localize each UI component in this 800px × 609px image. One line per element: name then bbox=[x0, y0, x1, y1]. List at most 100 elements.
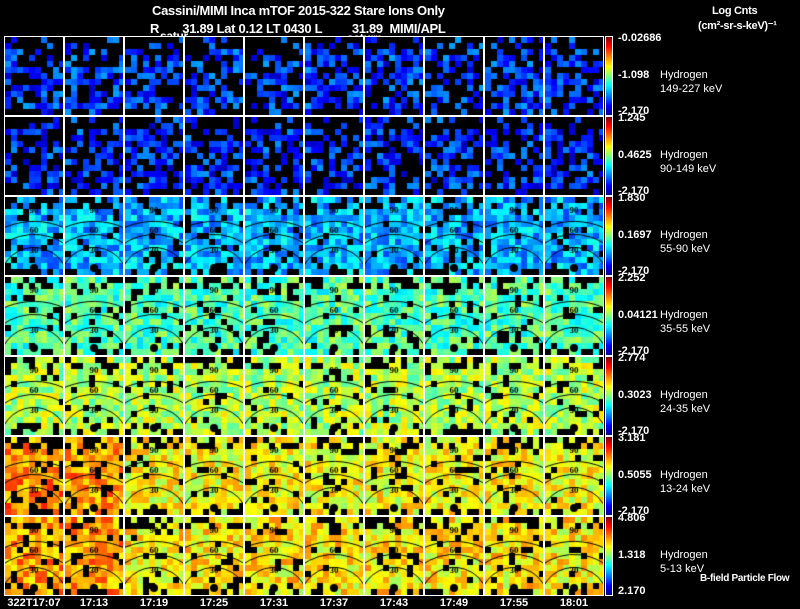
heatmap-panel bbox=[245, 437, 303, 515]
heatmap-panel bbox=[545, 517, 603, 595]
heatmap-panel bbox=[305, 357, 363, 435]
heatmap-panel bbox=[5, 37, 63, 115]
heatmap-panel bbox=[65, 357, 123, 435]
species-label: Hydrogen bbox=[660, 229, 708, 241]
row-label: Hydrogen 35-55 keV bbox=[660, 308, 710, 336]
heatmap-panel bbox=[425, 277, 483, 355]
species-label: Hydrogen bbox=[660, 549, 708, 561]
units-label: Log Cnts bbox=[712, 5, 758, 17]
heatmap-panel bbox=[125, 437, 183, 515]
colorbar bbox=[605, 276, 613, 356]
row-label: Hydrogen 13-24 keV bbox=[660, 468, 710, 496]
units-label: (cm²-sr-s-keV)⁻¹ bbox=[698, 20, 777, 32]
heatmap-panel bbox=[425, 37, 483, 115]
heatmap-panel bbox=[305, 117, 363, 195]
heatmap-panel bbox=[545, 197, 603, 275]
energy-label: 55-90 keV bbox=[660, 243, 711, 255]
heatmap-panel bbox=[125, 357, 183, 435]
species-label: Hydrogen bbox=[660, 69, 708, 81]
heatmap-panel bbox=[125, 37, 183, 115]
heatmap-panel bbox=[365, 277, 423, 355]
heatmap-panel bbox=[125, 517, 183, 595]
heatmap-panel bbox=[425, 517, 483, 595]
colorbar-mid-label: 0.04121 bbox=[618, 309, 658, 321]
heatmap-panel bbox=[125, 117, 183, 195]
row-label: Hydrogen 5-13 keV bbox=[660, 548, 708, 576]
plot-title: Cassini/MIMI Inca mTOF 2015-322 Stare Io… bbox=[152, 3, 445, 18]
plot-subtitle: R 31.89 Lat 0.12 LT 0430 L 31.89 MIMI/AP… bbox=[150, 21, 446, 36]
heatmap-panel bbox=[125, 277, 183, 355]
colorbar-mid-label: -1.098 bbox=[618, 69, 650, 81]
heatmap-panel bbox=[245, 37, 303, 115]
colorbar-mid-label: 0.3023 bbox=[618, 389, 652, 401]
heatmap-panel bbox=[485, 277, 543, 355]
heatmap-panel bbox=[245, 197, 303, 275]
colorbar bbox=[605, 516, 613, 596]
colorbar-max-label: 1.830 bbox=[618, 192, 646, 204]
heatmap-panel bbox=[65, 277, 123, 355]
heatmap-panel bbox=[5, 357, 63, 435]
heatmap-panel bbox=[245, 357, 303, 435]
row-label: Hydrogen 90-149 keV bbox=[660, 148, 716, 176]
heatmap-panel bbox=[245, 117, 303, 195]
heatmap-panel bbox=[485, 437, 543, 515]
heatmap-panel bbox=[305, 277, 363, 355]
heatmap-panel bbox=[545, 37, 603, 115]
heatmap-panel bbox=[485, 357, 543, 435]
colorbar bbox=[605, 436, 613, 516]
heatmap-panel bbox=[5, 197, 63, 275]
species-label: Hydrogen bbox=[660, 469, 708, 481]
colorbar bbox=[605, 196, 613, 276]
colorbar-mid-label: 0.4625 bbox=[618, 149, 652, 161]
heatmap-panel bbox=[185, 117, 243, 195]
heatmap-panel bbox=[65, 197, 123, 275]
heatmap-panel bbox=[545, 117, 603, 195]
heatmap-panel bbox=[245, 277, 303, 355]
colorbar-max-label: 2.252 bbox=[618, 272, 646, 284]
heatmap-panel bbox=[305, 437, 363, 515]
heatmap-panel bbox=[485, 197, 543, 275]
heatmap-panel bbox=[365, 197, 423, 275]
species-label: Hydrogen bbox=[660, 309, 708, 321]
heatmap-panel bbox=[425, 197, 483, 275]
heatmap-panel bbox=[65, 517, 123, 595]
heatmap-panel bbox=[485, 37, 543, 115]
heatmap-panel bbox=[5, 517, 63, 595]
heatmap-panel bbox=[365, 37, 423, 115]
heatmap-panel bbox=[245, 517, 303, 595]
heatmap-panel bbox=[305, 517, 363, 595]
heatmap-panel bbox=[485, 517, 543, 595]
heatmap-panel bbox=[185, 37, 243, 115]
colorbar-max-label: -0.02686 bbox=[618, 32, 662, 44]
heatmap-panel bbox=[365, 357, 423, 435]
heatmap-panel bbox=[185, 277, 243, 355]
colorbar bbox=[605, 356, 613, 436]
colorbar-max-label: 3.181 bbox=[618, 432, 646, 444]
colorbar-max-label: 2.774 bbox=[618, 352, 646, 364]
heatmap-panel bbox=[305, 197, 363, 275]
heatmap-panel bbox=[365, 437, 423, 515]
energy-label: 90-149 keV bbox=[660, 163, 717, 175]
heatmap-panel bbox=[425, 117, 483, 195]
colorbar-mid-label: 0.1697 bbox=[618, 229, 652, 241]
energy-label: 24-35 keV bbox=[660, 403, 711, 415]
energy-label: 149-227 keV bbox=[660, 83, 723, 95]
heatmap-panel bbox=[185, 517, 243, 595]
heatmap-panel bbox=[125, 197, 183, 275]
row-label: Hydrogen 149-227 keV bbox=[660, 68, 722, 96]
heatmap-panel bbox=[365, 117, 423, 195]
colorbar-mid-label: 0.5055 bbox=[618, 469, 652, 481]
energy-label: 35-55 keV bbox=[660, 323, 711, 335]
colorbar-max-label: 4.806 bbox=[618, 512, 646, 524]
heatmap-panel bbox=[425, 357, 483, 435]
colorbar-max-label: 1.245 bbox=[618, 112, 646, 124]
heatmap-panel bbox=[185, 437, 243, 515]
heatmap-panel bbox=[5, 437, 63, 515]
heatmap-panel bbox=[5, 277, 63, 355]
heatmap-panel bbox=[485, 117, 543, 195]
heatmap-panel bbox=[185, 197, 243, 275]
heatmap-panel bbox=[545, 437, 603, 515]
species-label: Hydrogen bbox=[660, 389, 708, 401]
energy-label: 13-24 keV bbox=[660, 483, 711, 495]
species-label: Hydrogen bbox=[660, 149, 708, 161]
